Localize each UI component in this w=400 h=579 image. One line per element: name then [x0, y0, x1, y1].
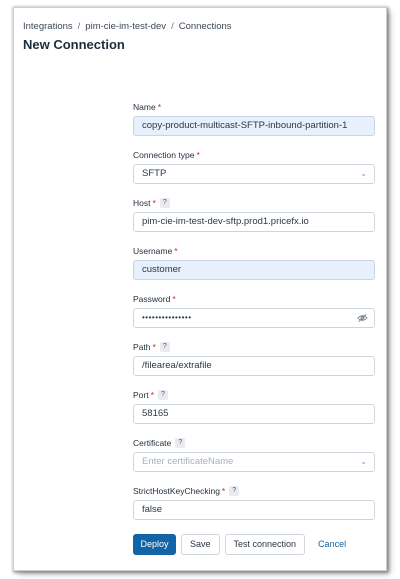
- host-input[interactable]: pim-cie-im-test-dev-sftp.prod1.pricefx.i…: [133, 212, 375, 232]
- required-marker: *: [174, 246, 178, 256]
- required-marker: *: [196, 150, 200, 160]
- test-connection-button[interactable]: Test connection: [224, 534, 306, 555]
- required-marker: *: [152, 342, 156, 352]
- required-marker: *: [152, 198, 156, 208]
- certificate-select[interactable]: Enter certificateName ⌄: [133, 452, 375, 472]
- cancel-button[interactable]: Cancel: [310, 534, 354, 555]
- name-input[interactable]: copy-product-multicast-SFTP-inbound-part…: [133, 116, 375, 136]
- breadcrumb-integrations[interactable]: Integrations: [23, 21, 73, 32]
- password-value: •••••••••••••••: [142, 313, 192, 322]
- deploy-button[interactable]: Deploy: [133, 534, 176, 555]
- form-actions: Deploy Save Test connection Cancel: [133, 534, 359, 555]
- help-icon[interactable]: ?: [175, 438, 186, 448]
- breadcrumb-separator: /: [171, 21, 174, 32]
- certificate-placeholder: Enter certificateName: [142, 456, 234, 467]
- strict-host-key-checking-field: StrictHostKeyChecking *? false: [133, 486, 375, 520]
- password-field: Password * •••••••••••••••: [133, 294, 375, 328]
- port-field: Port *? 58165: [133, 390, 375, 424]
- name-field: Name * copy-product-multicast-SFTP-inboun…: [133, 102, 375, 136]
- password-input[interactable]: •••••••••••••••: [133, 308, 375, 328]
- password-label: Password: [133, 294, 171, 304]
- host-label: Host: [133, 198, 151, 208]
- path-input[interactable]: /filearea/extrafile: [133, 356, 375, 376]
- connection-type-value: SFTP: [142, 168, 167, 179]
- certificate-label: Certificate: [133, 438, 172, 448]
- connection-type-select[interactable]: SFTP ⌄: [133, 164, 375, 184]
- required-marker: *: [150, 390, 154, 400]
- help-icon[interactable]: ?: [229, 486, 240, 496]
- username-field: Username * customer: [133, 246, 375, 280]
- help-icon[interactable]: ?: [159, 198, 170, 208]
- save-button[interactable]: Save: [181, 534, 220, 555]
- port-label: Port: [133, 390, 149, 400]
- strict-host-key-checking-label: StrictHostKeyChecking: [133, 486, 220, 496]
- connection-type-field: Connection type * SFTP ⌄: [133, 150, 375, 184]
- username-label: Username: [133, 246, 173, 256]
- username-input[interactable]: customer: [133, 260, 375, 280]
- chevron-down-icon: ⌄: [360, 457, 367, 466]
- breadcrumb-connections[interactable]: Connections: [179, 21, 232, 32]
- chevron-down-icon: ⌄: [360, 169, 367, 178]
- path-field: Path *? /filearea/extrafile: [133, 342, 375, 376]
- path-label: Path: [133, 342, 151, 352]
- port-input[interactable]: 58165: [133, 404, 375, 424]
- breadcrumb-partition[interactable]: pim-cie-im-test-dev: [85, 21, 166, 32]
- connection-type-label: Connection type: [133, 150, 195, 160]
- required-marker: *: [157, 102, 161, 112]
- name-label: Name: [133, 102, 156, 112]
- eye-off-icon[interactable]: [357, 313, 368, 323]
- help-icon[interactable]: ?: [157, 390, 168, 400]
- breadcrumb-separator: /: [77, 21, 81, 32]
- required-marker: *: [172, 294, 176, 304]
- page-title: New Connection: [23, 37, 125, 52]
- help-icon[interactable]: ?: [159, 342, 170, 352]
- required-marker: *: [221, 486, 226, 496]
- strict-host-key-checking-input[interactable]: false: [133, 500, 375, 520]
- new-connection-panel: Integrations / pim-cie-im-test-dev / Connect…: [14, 8, 386, 570]
- host-field: Host *? pim-cie-im-test-dev-sftp.prod1.pr…: [133, 198, 375, 232]
- breadcrumb: Integrations / pim-cie-im-test-dev / Connect…: [23, 21, 232, 32]
- certificate-field: Certificate? Enter certificateName ⌄: [133, 438, 375, 472]
